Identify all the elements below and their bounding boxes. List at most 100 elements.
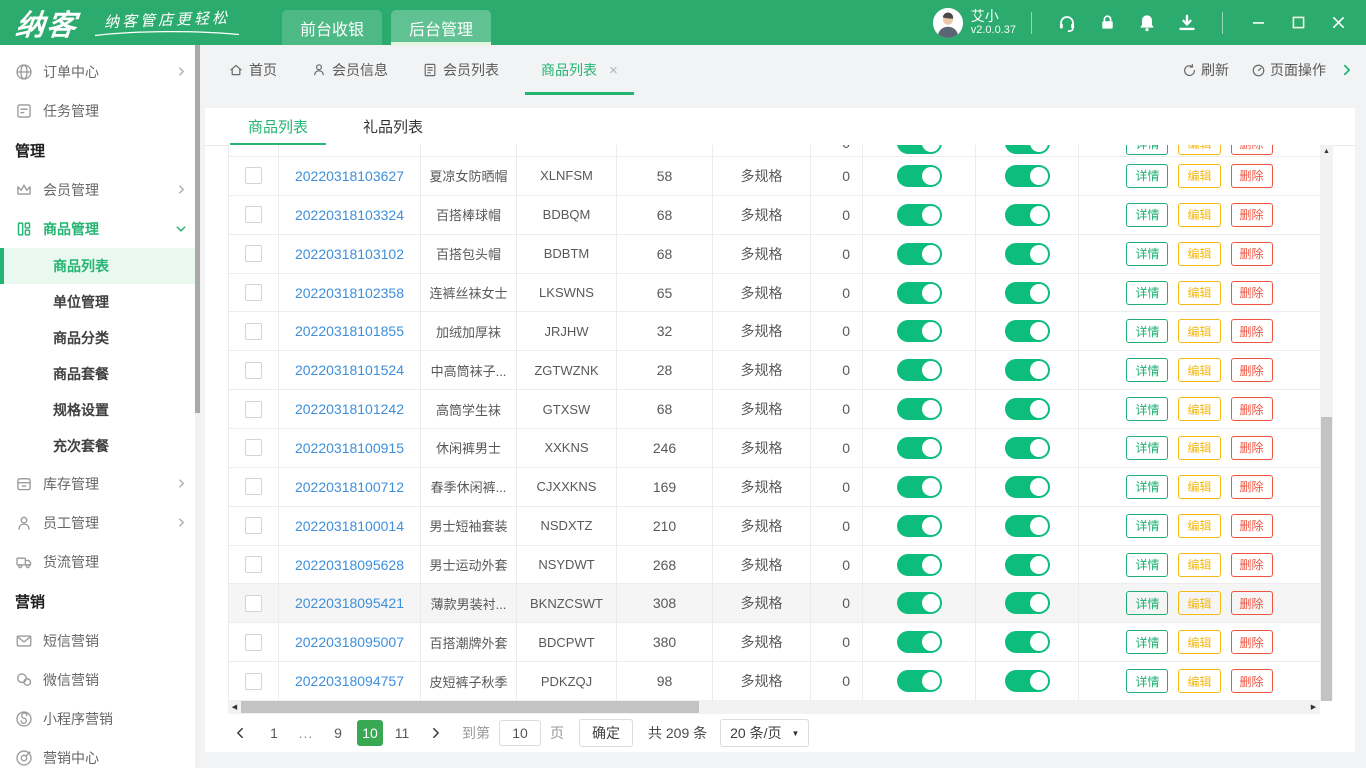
status-toggle-2[interactable] (1005, 398, 1050, 420)
page-number[interactable]: ... (293, 720, 319, 746)
vertical-scrollbar[interactable]: ▲ (1320, 145, 1333, 700)
row-checkbox[interactable] (245, 167, 262, 184)
status-toggle-2[interactable] (1005, 165, 1050, 187)
tab-gift-list[interactable]: 礼品列表 (345, 108, 441, 145)
edit-button[interactable]: 编辑 (1178, 553, 1220, 577)
product-id-link[interactable]: 20220318095628 (295, 557, 404, 573)
status-toggle-2[interactable] (1005, 670, 1050, 692)
support-icon[interactable] (1047, 13, 1087, 33)
sidebar-item-staff-management[interactable]: 员工管理 (0, 503, 200, 542)
delete-button[interactable]: 删除 (1231, 281, 1273, 305)
nav-tab-backoffice[interactable]: 后台管理 (391, 10, 491, 45)
status-toggle-1[interactable] (897, 359, 942, 381)
delete-button[interactable]: 删除 (1231, 514, 1273, 538)
product-id-link[interactable]: 20220318101855 (295, 323, 404, 339)
delete-button[interactable]: 删除 (1231, 145, 1273, 155)
edit-button[interactable]: 编辑 (1178, 358, 1220, 382)
delete-button[interactable]: 删除 (1231, 358, 1273, 382)
sidebar-item-logistics-management[interactable]: 货流管理 (0, 542, 200, 581)
row-checkbox[interactable] (245, 517, 262, 534)
product-id-link[interactable]: 20220318101524 (295, 362, 404, 378)
row-checkbox[interactable] (245, 556, 262, 573)
status-toggle-2[interactable] (1005, 359, 1050, 381)
product-id-link[interactable]: 20220318103102 (295, 246, 404, 262)
sidebar-item-goods-management[interactable]: 商品管理 (0, 209, 200, 248)
edit-button[interactable]: 编辑 (1178, 669, 1220, 693)
horizontal-scrollbar-track[interactable] (241, 700, 1307, 714)
breadcrumb-tab-member-list[interactable]: 会员列表 (422, 45, 499, 95)
delete-button[interactable]: 删除 (1231, 203, 1273, 227)
maximize-icon[interactable] (1278, 14, 1318, 31)
page-number[interactable]: 9 (325, 720, 351, 746)
status-toggle-1[interactable] (897, 145, 942, 154)
scroll-up-icon[interactable]: ▲ (1320, 145, 1333, 158)
edit-button[interactable]: 编辑 (1178, 242, 1220, 266)
detail-button[interactable]: 详情 (1126, 397, 1168, 421)
refresh-button[interactable]: 刷新 (1182, 60, 1229, 80)
prev-page-icon[interactable] (228, 720, 252, 746)
row-checkbox[interactable] (245, 206, 262, 223)
scroll-right-icon[interactable]: ▶ (1307, 703, 1320, 711)
close-icon[interactable] (1318, 14, 1358, 31)
row-checkbox[interactable] (245, 362, 262, 379)
sidebar-item-miniprogram-marketing[interactable]: 小程序营销 (0, 699, 200, 738)
sidebar-item-order-center[interactable]: 订单中心 (0, 52, 200, 91)
status-toggle-2[interactable] (1005, 437, 1050, 459)
delete-button[interactable]: 删除 (1231, 553, 1273, 577)
bell-icon[interactable] (1127, 13, 1167, 33)
delete-button[interactable]: 删除 (1231, 436, 1273, 460)
edit-button[interactable]: 编辑 (1178, 203, 1220, 227)
edit-button[interactable]: 编辑 (1178, 145, 1220, 155)
sidebar-item-unit-management[interactable]: 单位管理 (0, 284, 200, 320)
edit-button[interactable]: 编辑 (1178, 397, 1220, 421)
avatar[interactable] (933, 8, 963, 38)
status-toggle-2[interactable] (1005, 204, 1050, 226)
goto-page-input[interactable] (499, 720, 541, 746)
detail-button[interactable]: 详情 (1126, 319, 1168, 343)
status-toggle-1[interactable] (897, 554, 942, 576)
status-toggle-2[interactable] (1005, 476, 1050, 498)
status-toggle-1[interactable] (897, 476, 942, 498)
delete-button[interactable]: 删除 (1231, 591, 1273, 615)
page-number[interactable]: 11 (389, 720, 415, 746)
status-toggle-2[interactable] (1005, 592, 1050, 614)
download-icon[interactable] (1167, 13, 1207, 33)
sidebar-item-task-management[interactable]: 任务管理 (0, 91, 200, 130)
sidebar-item-goods-list[interactable]: 商品列表 (0, 248, 200, 284)
edit-button[interactable]: 编辑 (1178, 514, 1220, 538)
status-toggle-1[interactable] (897, 670, 942, 692)
nav-tab-cashier[interactable]: 前台收银 (282, 10, 382, 45)
sidebar-item-goods-combo[interactable]: 商品套餐 (0, 356, 200, 392)
sidebar-item-goods-category[interactable]: 商品分类 (0, 320, 200, 356)
status-toggle-2[interactable] (1005, 554, 1050, 576)
status-toggle-1[interactable] (897, 437, 942, 459)
page-ops-button[interactable]: 页面操作 (1251, 60, 1326, 80)
delete-button[interactable]: 删除 (1231, 319, 1273, 343)
status-toggle-1[interactable] (897, 165, 942, 187)
status-toggle-1[interactable] (897, 204, 942, 226)
edit-button[interactable]: 编辑 (1178, 281, 1220, 305)
status-toggle-2[interactable] (1005, 631, 1050, 653)
delete-button[interactable]: 删除 (1231, 475, 1273, 499)
lock-icon[interactable] (1087, 13, 1127, 32)
detail-button[interactable]: 详情 (1126, 591, 1168, 615)
page-number[interactable]: 10 (357, 720, 383, 746)
row-checkbox[interactable] (245, 478, 262, 495)
sidebar-item-inventory-management[interactable]: 库存管理 (0, 464, 200, 503)
expand-chevron-icon[interactable] (1340, 63, 1354, 77)
status-toggle-1[interactable] (897, 631, 942, 653)
delete-button[interactable]: 删除 (1231, 630, 1273, 654)
edit-button[interactable]: 编辑 (1178, 436, 1220, 460)
detail-button[interactable]: 详情 (1126, 242, 1168, 266)
breadcrumb-tab-goods-list[interactable]: 商品列表 × (533, 45, 626, 95)
detail-button[interactable]: 详情 (1126, 436, 1168, 460)
sidebar-item-spec-settings[interactable]: 规格设置 (0, 392, 200, 428)
delete-button[interactable]: 删除 (1231, 242, 1273, 266)
status-toggle-1[interactable] (897, 592, 942, 614)
edit-button[interactable]: 编辑 (1178, 164, 1220, 188)
status-toggle-1[interactable] (897, 320, 942, 342)
product-id-link[interactable]: 20220318103324 (295, 207, 404, 223)
detail-button[interactable]: 详情 (1126, 553, 1168, 577)
detail-button[interactable]: 详情 (1126, 630, 1168, 654)
product-id-link[interactable]: 20220318102358 (295, 285, 404, 301)
